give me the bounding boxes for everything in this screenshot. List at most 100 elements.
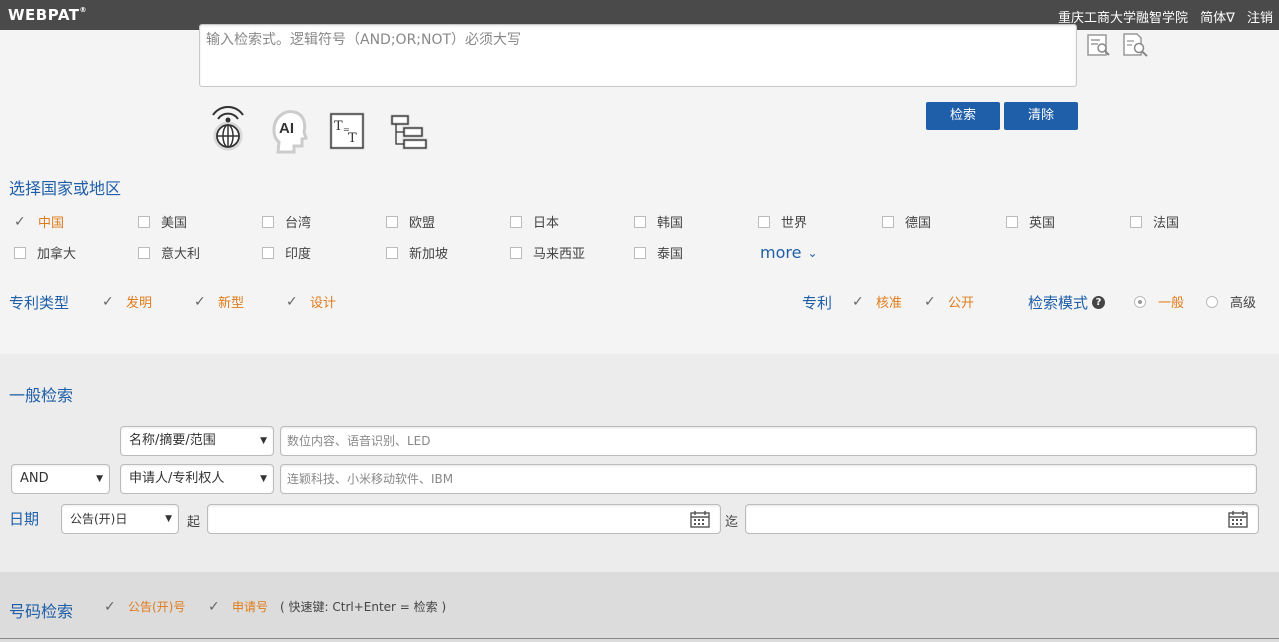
country-label: 世界: [781, 216, 808, 231]
patent-type-utility[interactable]: ✓ 新型: [194, 292, 245, 312]
date-type-select[interactable]: 公告(开)日 ▼: [61, 504, 179, 534]
checkbox-icon: [14, 246, 26, 259]
svg-text:T: T: [348, 131, 357, 146]
date-from-input[interactable]: [207, 504, 721, 534]
radio-selected-icon: [1134, 295, 1146, 308]
mode-advanced-radio[interactable]: 高级: [1206, 292, 1256, 311]
radio-icon: [1206, 295, 1218, 308]
country-option[interactable]: 印度: [262, 243, 311, 262]
document-search-icon[interactable]: [1122, 32, 1148, 58]
country-label: 印度: [285, 247, 312, 262]
operator-select[interactable]: AND ▼: [11, 464, 110, 494]
country-label: 法国: [1153, 216, 1180, 231]
country-option[interactable]: 法国: [1130, 212, 1179, 231]
calendar-icon[interactable]: [1228, 511, 1248, 528]
field1-input[interactable]: 数位内容、语音识别、LED: [280, 426, 1257, 456]
more-label: more: [760, 243, 802, 262]
chevron-down-icon: ⌄: [807, 245, 818, 260]
mode-general-radio[interactable]: 一般: [1134, 292, 1184, 311]
more-countries-link[interactable]: more ⌄: [760, 243, 818, 262]
query-placeholder: 输入检索式。逻辑符号（AND;OR;NOT）必须大写: [206, 32, 522, 48]
checkbox-icon: [882, 215, 894, 228]
country-option[interactable]: 日本: [510, 212, 559, 231]
country-option[interactable]: 泰国: [634, 243, 683, 262]
check-icon: ✓: [104, 598, 116, 615]
language-selector[interactable]: 简体∇: [1200, 11, 1235, 26]
patent-status-granted[interactable]: ✓ 核准: [852, 292, 903, 312]
patent-type-design[interactable]: ✓ 设计: [286, 292, 337, 312]
checkbox-icon: [262, 246, 274, 259]
ai-text: AI: [279, 120, 294, 137]
country-option[interactable]: 新加坡: [386, 243, 448, 262]
country-label: 欧盟: [409, 216, 436, 231]
field2-placeholder: 连颖科技、小米移动软件、IBM: [287, 472, 454, 486]
country-option[interactable]: 英国: [1006, 212, 1055, 231]
broadcast-icon[interactable]: [206, 106, 250, 156]
query-textarea[interactable]: 输入检索式。逻辑符号（AND;OR;NOT）必须大写: [199, 24, 1077, 87]
mode-label: 一般: [1158, 296, 1185, 311]
check-icon: ✓: [852, 293, 864, 310]
check-icon: ✓: [194, 293, 206, 310]
logo[interactable]: WEBPAT®: [8, 6, 87, 24]
query-preview-icon[interactable]: [1086, 32, 1112, 58]
country-label: 日本: [533, 216, 560, 231]
patent-status-published[interactable]: ✓ 公开: [924, 292, 975, 312]
patent-type-invention[interactable]: ✓ 发明: [102, 292, 152, 312]
country-label: 加拿大: [37, 247, 77, 262]
country-option[interactable]: ✓ 中国: [14, 212, 65, 232]
text-format-icon[interactable]: T = T: [328, 106, 372, 156]
checkbox-icon: [138, 246, 150, 259]
checkbox-icon: [1130, 215, 1142, 228]
country-option[interactable]: 世界: [758, 212, 807, 231]
ai-head-icon[interactable]: AI: [266, 106, 310, 156]
country-label: 新加坡: [409, 247, 449, 262]
field1-select[interactable]: 名称/摘要/范围 ▼: [120, 426, 274, 456]
country-option[interactable]: 美国: [138, 212, 187, 231]
checkbox-icon: [1006, 215, 1018, 228]
country-label: 中国: [38, 216, 65, 231]
help-icon[interactable]: ?: [1092, 296, 1106, 309]
checkbox-icon: [634, 246, 646, 259]
svg-text:T: T: [334, 119, 343, 134]
date-to-input[interactable]: [745, 504, 1259, 534]
operator-value: AND: [20, 471, 49, 486]
country-section-title: 选择国家或地区: [9, 179, 122, 198]
country-option[interactable]: 马来西亚: [510, 243, 585, 262]
patent-status-label: 公开: [948, 296, 975, 311]
country-option[interactable]: 欧盟: [386, 212, 435, 231]
number-option-label: 申请号: [232, 600, 269, 614]
country-label: 马来西亚: [533, 247, 586, 262]
patent-status-label: 核准: [876, 296, 903, 311]
tree-icon[interactable]: [388, 106, 432, 156]
number-search-panel: [0, 572, 1279, 642]
field1-value: 名称/摘要/范围: [129, 433, 216, 448]
country-option[interactable]: 德国: [882, 212, 931, 231]
field2-input[interactable]: 连颖科技、小米移动软件、IBM: [280, 464, 1257, 494]
checkbox-icon: [510, 215, 522, 228]
checkbox-icon: [634, 215, 646, 228]
country-option[interactable]: 韩国: [634, 212, 683, 231]
check-icon: ✓: [14, 213, 26, 230]
country-option[interactable]: 意大利: [138, 243, 200, 262]
mode-label: 高级: [1230, 296, 1257, 311]
search-mode-label: 检索模式: [1028, 294, 1089, 312]
number-app-option[interactable]: ✓ 申请号: [208, 598, 268, 615]
country-option[interactable]: 加拿大: [14, 243, 76, 262]
date-to-label: 迄: [725, 515, 739, 530]
divider: [0, 638, 1279, 639]
patent-type-label: 新型: [218, 296, 245, 311]
logout-link[interactable]: 注销: [1247, 11, 1273, 26]
country-option[interactable]: 台湾: [262, 212, 311, 231]
org-name: 重庆工商大学融智学院: [1057, 11, 1188, 26]
country-label: 英国: [1029, 216, 1056, 231]
dropdown-arrow-icon: ▼: [96, 474, 103, 484]
date-from-label: 起: [187, 515, 201, 530]
number-pub-option[interactable]: ✓ 公告(开)号: [104, 598, 185, 615]
check-icon: ✓: [924, 293, 936, 310]
country-label: 泰国: [657, 247, 684, 262]
field2-select[interactable]: 申请人/专利权人 ▼: [120, 464, 274, 494]
clear-button[interactable]: 清除: [1004, 102, 1078, 130]
calendar-icon[interactable]: [690, 511, 710, 528]
search-button[interactable]: 检索: [926, 102, 1000, 130]
patent-type-label: 设计: [310, 296, 337, 311]
